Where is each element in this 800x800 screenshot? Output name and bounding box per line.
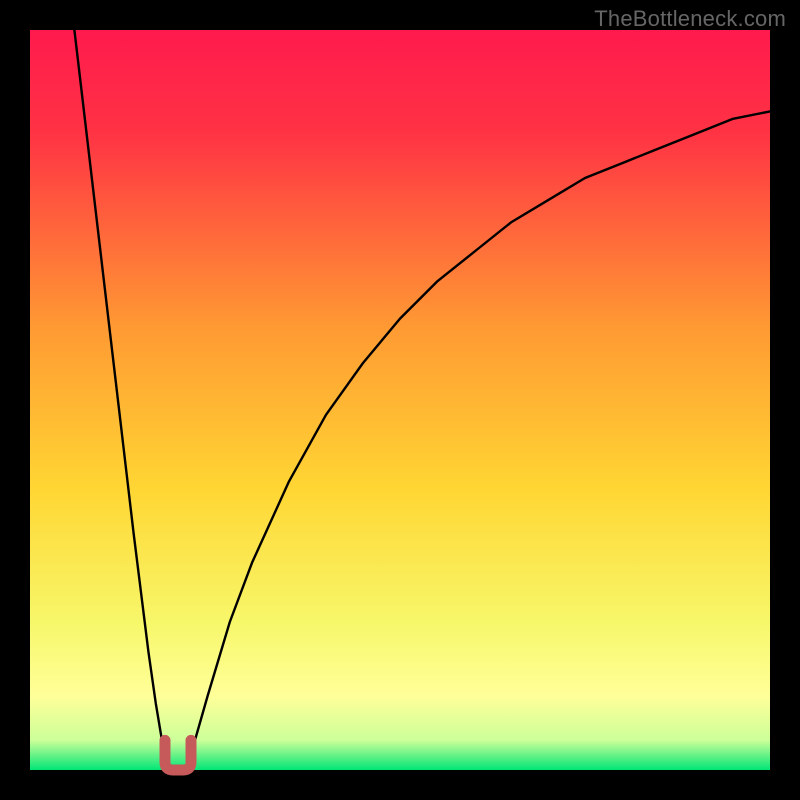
watermark-text: TheBottleneck.com (594, 6, 786, 32)
chart-frame: TheBottleneck.com (0, 0, 800, 800)
chart-canvas (0, 0, 800, 800)
plot-background (30, 30, 770, 770)
